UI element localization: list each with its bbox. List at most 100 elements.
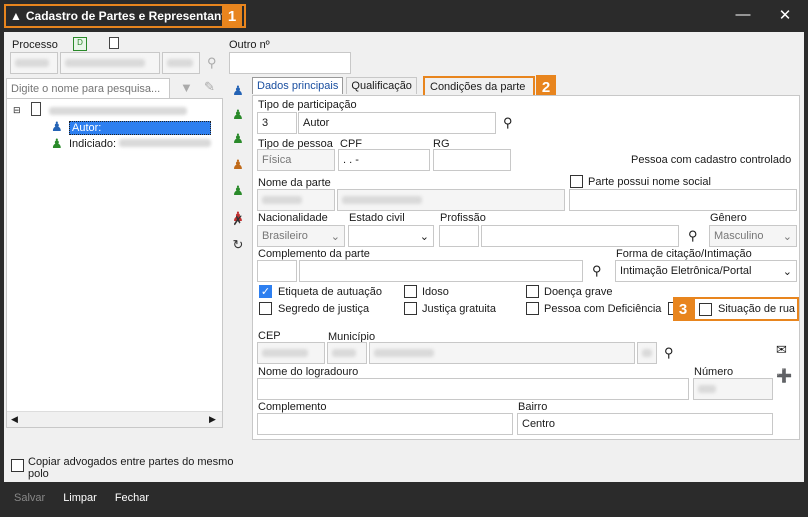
parties-tree: ⊟ ♟ Autor: ♟ Indiciado: ◀ ▶: [6, 98, 223, 428]
situacao-rua-label: Situação de rua: [718, 303, 796, 315]
search-cep-icon[interactable]: ⚲: [664, 345, 674, 361]
add-other-icon[interactable]: ♟: [229, 182, 247, 200]
situacao-rua-checkbox[interactable]: [699, 302, 712, 316]
remove-party-icon[interactable]: ✗: [229, 212, 247, 230]
doenca-label: Doença grave: [544, 286, 613, 298]
numero-field[interactable]: [693, 378, 773, 400]
note-icon[interactable]: [109, 37, 119, 49]
tab-bar: Dados principais Qualificação: [252, 77, 417, 97]
profissao-field[interactable]: [481, 225, 679, 247]
add-defendant-icon[interactable]: ♟: [229, 106, 247, 124]
scroll-right-icon[interactable]: ▶: [209, 414, 216, 425]
processo-field-2[interactable]: [60, 52, 160, 74]
salvar-button[interactable]: Salvar: [14, 492, 45, 504]
processo-label: Processo: [12, 39, 58, 51]
outro-field[interactable]: [229, 52, 351, 74]
tab-qualificacao[interactable]: Qualificação: [346, 77, 417, 94]
nome-social-checkbox[interactable]: [570, 175, 583, 188]
genero-label: Gênero: [710, 212, 747, 224]
nacionalidade-value: Brasileiro: [262, 230, 308, 242]
deficiencia-checkbox[interactable]: [526, 302, 539, 315]
add-victim-icon[interactable]: ♟: [229, 156, 247, 174]
etiqueta-checkbox[interactable]: ✓: [259, 285, 272, 298]
copy-lawyers-checkbox[interactable]: [11, 459, 24, 472]
municipio-code[interactable]: [327, 342, 367, 364]
logradouro-field[interactable]: [257, 378, 689, 400]
chevron-down-icon: ⌄: [419, 230, 429, 243]
tipo-participacao-value[interactable]: Autor: [298, 112, 496, 134]
rg-field[interactable]: [433, 149, 511, 171]
title-bar: ▲ Cadastro de Partes e Representantes 1 …: [0, 0, 808, 32]
nome-parte-prefix[interactable]: [257, 189, 335, 211]
estado-civil-select[interactable]: ⌄: [348, 225, 434, 247]
tipo-pessoa-select[interactable]: Física: [257, 149, 335, 171]
nome-social-field[interactable]: [569, 189, 797, 211]
profissao-code[interactable]: [439, 225, 479, 247]
swap-party-icon[interactable]: ↻: [229, 236, 247, 254]
search-input[interactable]: [6, 78, 170, 100]
justica-gratuita-checkbox[interactable]: [404, 302, 417, 315]
complemento-parte-field[interactable]: [299, 260, 583, 282]
forma-citacao-label: Forma de citação/Intimação: [616, 248, 752, 260]
title-highlight: ▲ Cadastro de Partes e Representantes: [4, 4, 246, 28]
scroll-left-icon[interactable]: ◀: [11, 414, 18, 425]
municipio-field[interactable]: [369, 342, 635, 364]
fechar-button[interactable]: Fechar: [115, 492, 149, 504]
segredo-checkbox[interactable]: [259, 302, 272, 315]
numero-label: Número: [694, 366, 734, 378]
cpf-field[interactable]: . . -: [338, 149, 430, 171]
indiciado-label: Indiciado:: [69, 138, 117, 150]
idoso-checkbox[interactable]: [404, 285, 417, 298]
uf-field[interactable]: [637, 342, 657, 364]
new-document-icon[interactable]: D: [73, 37, 87, 51]
tree-item-indiciado[interactable]: Indiciado:: [69, 138, 212, 150]
collapse-icon[interactable]: ⊟: [13, 105, 21, 116]
process-node-label[interactable]: [49, 107, 187, 115]
limpar-button[interactable]: Limpar: [63, 492, 97, 504]
etiqueta-label: Etiqueta de autuação: [278, 286, 382, 298]
eraser-icon[interactable]: ✎: [204, 79, 215, 95]
window-title: Cadastro de Partes e Representantes: [25, 9, 239, 23]
search-profissao-icon[interactable]: ⚲: [688, 228, 698, 244]
nacionalidade-label: Nacionalidade: [258, 212, 328, 224]
forma-citacao-select[interactable]: Intimação Eletrônica/Portal ⌄: [615, 260, 797, 282]
logradouro-label: Nome do logradouro: [258, 366, 359, 378]
complemento-field[interactable]: [257, 413, 513, 435]
nome-social-label: Parte possui nome social: [588, 176, 711, 188]
add-witness-icon[interactable]: ♟: [229, 130, 247, 148]
dialog-window: ▲ Cadastro de Partes e Representantes 1 …: [0, 0, 808, 517]
callout-3: 3: [673, 297, 693, 321]
nacionalidade-select[interactable]: Brasileiro ⌄: [257, 225, 345, 247]
doenca-checkbox[interactable]: [526, 285, 539, 298]
processo-field-3[interactable]: [162, 52, 200, 74]
tipo-participacao-label: Tipo de participação: [258, 99, 357, 111]
minimize-button[interactable]: —: [731, 6, 755, 23]
app-icon: ▲: [10, 9, 22, 23]
outro-label: Outro nº: [229, 39, 270, 51]
situacao-rua-option[interactable]: Situação de rua: [693, 297, 799, 321]
bairro-field[interactable]: Centro: [517, 413, 773, 435]
forma-citacao-value: Intimação Eletrônica/Portal: [620, 265, 752, 277]
tab-dados-principais[interactable]: Dados principais: [252, 77, 344, 94]
add-author-icon[interactable]: ♟: [229, 82, 247, 100]
process-node-icon: [31, 102, 41, 116]
tree-item-autor[interactable]: Autor:: [69, 121, 211, 135]
chevron-down-icon: ⌄: [782, 230, 792, 243]
complemento-parte-code[interactable]: [257, 260, 297, 282]
tipo-participacao-code[interactable]: 3: [257, 112, 297, 134]
search-participacao-icon[interactable]: ⚲: [503, 115, 513, 131]
horizontal-scrollbar[interactable]: ◀ ▶: [7, 411, 222, 427]
add-address-icon[interactable]: ➕: [776, 368, 792, 384]
processo-field-1[interactable]: [10, 52, 58, 74]
search-processo-icon[interactable]: ⚲: [207, 55, 217, 71]
footer-toolbar: Salvar Limpar Fechar: [6, 486, 802, 510]
filter-icon[interactable]: ▼: [180, 80, 193, 95]
genero-select[interactable]: Masculino ⌄: [709, 225, 797, 247]
nome-parte-field[interactable]: [337, 189, 565, 211]
search-complemento-icon[interactable]: ⚲: [592, 263, 602, 279]
cep-field[interactable]: [257, 342, 325, 364]
tab-condicoes-label: Condições da parte: [430, 81, 526, 93]
address-lookup-icon[interactable]: ✉: [776, 342, 787, 358]
chevron-down-icon: ⌄: [330, 230, 340, 243]
close-button[interactable]: ✕: [773, 6, 797, 24]
